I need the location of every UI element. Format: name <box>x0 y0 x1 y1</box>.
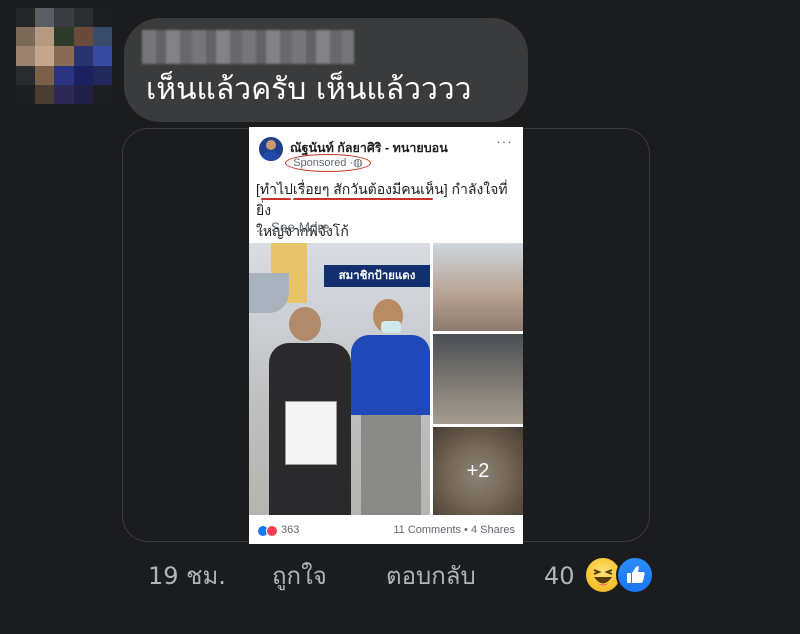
haha-face <box>593 569 613 586</box>
side-photo-2 <box>433 334 523 424</box>
umbrella <box>249 273 289 313</box>
love-reaction-icon <box>266 525 278 537</box>
grey-pants <box>361 415 421 515</box>
side-photo-1 <box>433 243 523 331</box>
post-reaction-count: 363 <box>281 524 300 536</box>
see-more-link: ... See More <box>256 220 330 235</box>
like-button[interactable]: ถูกใจ <box>272 556 327 596</box>
sponsored-text: Sponsored <box>293 157 347 169</box>
sponsored-label: Sponsored ·◍ <box>285 154 371 172</box>
reply-button[interactable]: ตอบกลับ <box>386 556 476 596</box>
face-mask <box>381 321 401 333</box>
globe-icon: ·◍ <box>349 157 363 169</box>
red-annotation-underline <box>261 198 291 200</box>
document-paper <box>285 401 337 465</box>
main-photo: สมาชิกป้ายแดง <box>249 243 430 515</box>
thumbs-up <box>627 566 645 583</box>
post-footer: 363 11 Comments • 4 Shares <box>249 519 523 544</box>
person-head-blurred <box>289 307 321 341</box>
comment-text: เห็นแล้วครับ เห็นแล้วววว <box>146 72 472 107</box>
reaction-count[interactable]: 40 <box>544 556 575 596</box>
page-avatar <box>259 137 283 161</box>
like-emoji-icon[interactable] <box>616 556 654 594</box>
attached-screenshot[interactable]: ณัฐนันท์ กัลยาศิริ - ทนายบอน ··· Sponsor… <box>249 127 523 544</box>
post-text-line1: [ทำไปเรื่อยๆ สักวันต้องมีคนเห็น] กำลังใจ… <box>256 181 508 218</box>
commenter-name-blurred[interactable] <box>142 30 354 64</box>
commenter-avatar[interactable] <box>16 8 112 104</box>
more-options-icon: ··· <box>496 133 513 149</box>
side-photo-3: +2 <box>433 427 523 515</box>
blue-shirt <box>351 335 430 415</box>
red-annotation-underline <box>293 198 433 200</box>
photo-banner: สมาชิกป้ายแดง <box>324 265 430 287</box>
post-comments-shares: 11 Comments • 4 Shares <box>393 524 515 536</box>
post-reactions <box>257 525 279 537</box>
more-photos-count: +2 <box>433 427 523 515</box>
comment-timestamp[interactable]: 19 ชม. <box>148 556 226 596</box>
comment-actions: 19 ชม. ถูกใจ ตอบกลับ 40 <box>0 556 800 596</box>
